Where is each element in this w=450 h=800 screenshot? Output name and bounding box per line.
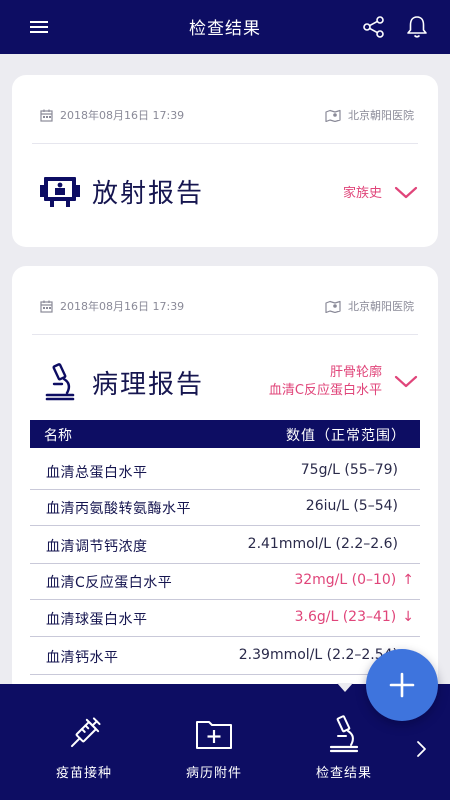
test-value-abnormal: 32mg/L (0–10) ↑ bbox=[294, 572, 414, 588]
arrow-up-icon: ↑ bbox=[402, 572, 414, 588]
test-name: 血清钙水平 bbox=[46, 650, 119, 666]
divider bbox=[32, 143, 418, 144]
report-card-pathology[interactable]: 2018年08月16日 17:39 北京朝阳医院 病理报告 肝骨轮廓 血清C反应… bbox=[12, 266, 438, 696]
test-value-abnormal: 3.6g/L (23–41) ↓ bbox=[294, 609, 414, 625]
report-hospital: 北京朝阳医院 bbox=[325, 298, 414, 314]
test-value: 75g/L (55–79) bbox=[300, 462, 398, 478]
tag: 血清C反应蛋白水平 bbox=[268, 383, 382, 398]
column-header-name: 名称 bbox=[44, 428, 72, 444]
report-tags: 肝骨轮廓 血清C反应蛋白水平 bbox=[269, 364, 382, 400]
report-card-radiology[interactable]: 2018年08月16日 17:39 北京朝阳医院 放射报告 家族史 bbox=[12, 75, 438, 247]
bell-icon bbox=[407, 16, 427, 38]
plus-icon bbox=[389, 672, 415, 698]
test-name: 血清球蛋白水平 bbox=[46, 612, 148, 628]
calendar-icon bbox=[40, 109, 53, 122]
report-title: 病理报告 bbox=[40, 362, 204, 402]
report-hospital: 北京朝阳医院 bbox=[325, 107, 414, 123]
chevron-down-icon[interactable] bbox=[394, 374, 418, 390]
table-row: 血清球蛋白水平 3.6g/L (23–41) ↓ bbox=[30, 599, 420, 637]
chevron-right-icon[interactable] bbox=[414, 740, 428, 758]
table-row: 血清钙水平 2.39mmol/L (2.2–2.54) bbox=[30, 637, 420, 675]
test-value: 26iu/L (5–54) bbox=[305, 498, 398, 514]
table-row: 血清C反应蛋白水平 32mg/L (0–10) ↑ bbox=[30, 562, 420, 600]
share-button[interactable] bbox=[360, 13, 388, 41]
table-row: 血清丙氨酸转氨酶水平 26iu/L (5–54) bbox=[30, 488, 420, 526]
table-row: 血清调节钙浓度 2.41mmol/L (2.2–2.6) bbox=[30, 526, 420, 564]
notification-button[interactable] bbox=[403, 13, 431, 41]
add-button[interactable] bbox=[366, 649, 438, 721]
table-row: 血清总蛋白水平 75g/L (55–79) bbox=[30, 452, 420, 490]
results-table-header: 名称 数值（正常范围） bbox=[30, 420, 420, 448]
folder-plus-icon bbox=[196, 721, 232, 749]
share-icon bbox=[363, 16, 384, 38]
hospital-map-icon bbox=[325, 300, 341, 313]
app-header: 检查结果 bbox=[0, 0, 450, 54]
report-meta: 2018年08月16日 17:39 北京朝阳医院 bbox=[40, 107, 414, 125]
report-meta: 2018年08月16日 17:39 北京朝阳医院 bbox=[40, 298, 414, 316]
test-name: 血清总蛋白水平 bbox=[46, 465, 148, 481]
tag: 肝骨轮廓 bbox=[329, 365, 382, 380]
nav-item-vaccination[interactable]: 疫苗接种 bbox=[34, 714, 134, 781]
test-name: 血清调节钙浓度 bbox=[46, 539, 148, 555]
report-date: 2018年08月16日 17:39 bbox=[40, 107, 184, 123]
nav-item-results[interactable]: 检查结果 bbox=[294, 714, 394, 781]
tag: 家族史 bbox=[342, 186, 382, 201]
test-name: 血清丙氨酸转氨酶水平 bbox=[46, 501, 191, 517]
column-header-value: 数值（正常范围） bbox=[286, 428, 406, 444]
xray-icon bbox=[40, 177, 80, 207]
report-title: 放射报告 bbox=[40, 171, 204, 211]
report-date: 2018年08月16日 17:39 bbox=[40, 298, 184, 314]
calendar-icon bbox=[40, 300, 53, 313]
nav-item-attachments[interactable]: 病历附件 bbox=[164, 714, 264, 781]
chevron-down-icon[interactable] bbox=[394, 185, 418, 201]
microscope-icon bbox=[329, 715, 359, 753]
microscope-icon bbox=[45, 363, 75, 401]
report-tags: 家族史 bbox=[343, 185, 382, 203]
test-name: 血清C反应蛋白水平 bbox=[46, 575, 173, 591]
syringe-icon bbox=[70, 717, 101, 748]
divider bbox=[32, 334, 418, 335]
hospital-map-icon bbox=[325, 109, 341, 122]
arrow-down-icon: ↓ bbox=[402, 609, 414, 625]
test-value: 2.41mmol/L (2.2–2.6) bbox=[247, 536, 398, 552]
active-tab-indicator bbox=[337, 683, 353, 692]
